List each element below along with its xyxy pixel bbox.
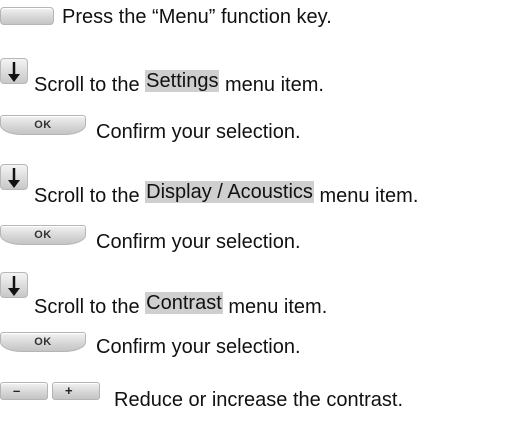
down-arrow-icon: [8, 62, 20, 82]
instruction-page: { "steps": [ { "key": "menu", "text": "P…: [0, 0, 516, 415]
step-2: Scroll to the Settings menu item.: [0, 56, 516, 104]
step-5: OK Confirm your selection.: [0, 225, 516, 273]
step-6-pre: Scroll to the: [34, 296, 146, 318]
ok-key[interactable]: OK: [0, 115, 86, 135]
step-8-text: Reduce or increase the contrast.: [114, 389, 404, 411]
ok-key[interactable]: OK: [0, 332, 86, 352]
step-2-post: menu item.: [219, 74, 324, 96]
step-4-post: menu item.: [313, 185, 419, 207]
step-7: OK Confirm your selection.: [0, 332, 516, 380]
down-arrow-icon: [8, 276, 20, 296]
step-1-text: Press the “Menu” function key.: [62, 6, 332, 28]
step-8: – + Reduce or increase the contrast.: [0, 382, 516, 430]
menu-item-settings: Settings: [145, 70, 220, 92]
step-4-text: Scroll to the Display / Acoustics menu i…: [34, 181, 419, 207]
menu-item-display-acoustics: Display / Acoustics: [145, 181, 314, 203]
minus-key[interactable]: –: [0, 382, 48, 400]
down-arrow-key[interactable]: [0, 58, 28, 84]
down-arrow-key[interactable]: [0, 164, 28, 190]
step-6-post: menu item.: [222, 296, 328, 318]
down-arrow-key[interactable]: [0, 272, 28, 298]
down-arrow-icon: [8, 168, 20, 188]
ok-key[interactable]: OK: [0, 225, 86, 245]
step-6: Scroll to the Contrast menu item.: [0, 270, 516, 318]
step-1: Press the “Menu” function key.: [0, 0, 516, 48]
step-5-text: Confirm your selection.: [96, 231, 301, 253]
menu-item-contrast: Contrast: [145, 292, 223, 314]
step-6-text: Scroll to the Contrast menu item.: [34, 292, 328, 318]
menu-function-key[interactable]: [0, 7, 54, 25]
step-2-pre: Scroll to the: [34, 74, 146, 96]
step-7-text: Confirm your selection.: [96, 336, 301, 358]
step-3-text: Confirm your selection.: [96, 121, 301, 143]
step-4: Scroll to the Display / Acoustics menu i…: [0, 162, 516, 210]
step-3: OK Confirm your selection.: [0, 115, 516, 163]
step-4-pre: Scroll to the: [34, 185, 146, 207]
plus-key[interactable]: +: [52, 382, 100, 400]
step-2-text: Scroll to the Settings menu item.: [34, 70, 324, 96]
